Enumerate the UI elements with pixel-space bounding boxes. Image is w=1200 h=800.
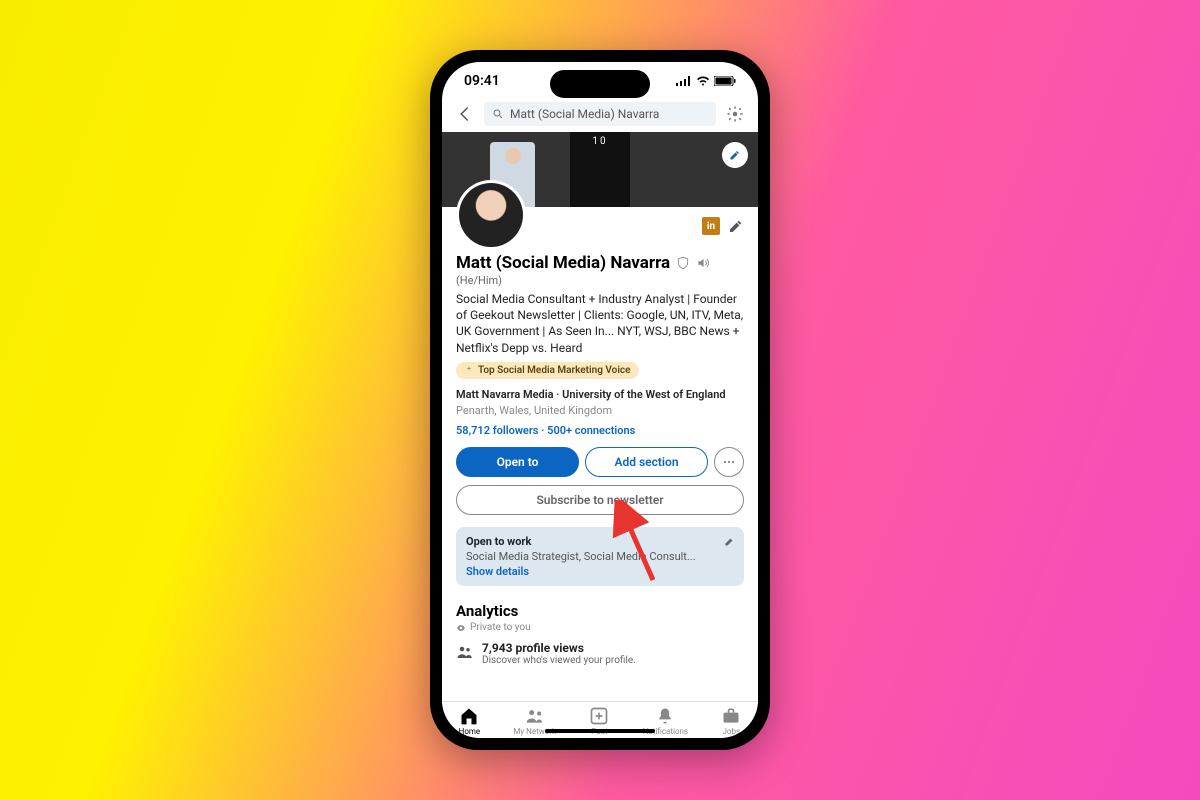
- settings-button[interactable]: [724, 103, 746, 125]
- open-to-work-card[interactable]: Open to work Social Media Strategist, So…: [456, 527, 744, 586]
- verified-shield-icon: [676, 256, 690, 270]
- battery-icon: [714, 76, 736, 86]
- top-bar: Matt (Social Media) Navarra: [442, 100, 758, 132]
- bell-icon: [655, 706, 675, 726]
- pronunciation-icon[interactable]: [696, 256, 710, 270]
- briefcase-icon: [721, 706, 741, 726]
- eye-icon: [456, 623, 466, 633]
- search-icon: [492, 108, 504, 120]
- cover-door-number: 10: [592, 136, 607, 147]
- open-card-sub: Social Media Strategist, Social Media Co…: [466, 550, 734, 563]
- people-icon: [456, 643, 474, 666]
- headline: Social Media Consultant + Industry Analy…: [456, 291, 744, 356]
- analytics-section: Analytics Private to you 7,943 profile v…: [456, 602, 744, 666]
- analytics-private: Private to you: [470, 622, 531, 633]
- edit-profile-button[interactable]: [728, 218, 744, 234]
- status-time: 09:41: [464, 73, 500, 89]
- more-button[interactable]: [714, 447, 744, 477]
- tab-jobs[interactable]: Jobs: [721, 706, 741, 736]
- signal-icon: [676, 76, 692, 86]
- company-school: Matt Navarra Media · University of the W…: [456, 387, 744, 402]
- show-details-link[interactable]: Show details: [466, 565, 529, 578]
- avatar[interactable]: [456, 180, 526, 250]
- edit-cover-button[interactable]: [722, 142, 748, 168]
- add-section-button[interactable]: Add section: [585, 447, 708, 477]
- profile-views-desc: Discover who's viewed your profile.: [482, 655, 636, 666]
- location: Penarth, Wales, United Kingdom: [456, 403, 744, 418]
- network-stats[interactable]: 58,712 followers · 500+ connections: [456, 424, 744, 437]
- home-icon: [459, 706, 479, 726]
- sparkle-icon: [464, 365, 474, 375]
- post-icon: [589, 706, 609, 726]
- back-button[interactable]: [454, 103, 476, 125]
- network-icon: [525, 706, 545, 726]
- search-value: Matt (Social Media) Navarra: [510, 107, 659, 121]
- top-voice-badge[interactable]: Top Social Media Marketing Voice: [456, 362, 639, 379]
- pronoun: (He/Him): [456, 274, 744, 287]
- cover-photo[interactable]: 10: [442, 132, 758, 207]
- phone-screen: 09:41 Matt (Social Media) Navarra 10: [442, 62, 758, 738]
- analytics-title: Analytics: [456, 602, 744, 620]
- phone-frame: 09:41 Matt (Social Media) Navarra 10: [430, 50, 770, 750]
- profile-views-count[interactable]: 7,943 profile views: [482, 641, 636, 655]
- home-indicator[interactable]: [545, 729, 655, 733]
- search-input[interactable]: Matt (Social Media) Navarra: [484, 102, 716, 126]
- edit-open-to-work-button[interactable]: [724, 535, 736, 547]
- tab-home[interactable]: Home: [459, 706, 481, 736]
- dynamic-island: [550, 70, 650, 98]
- open-to-button[interactable]: Open to: [456, 447, 579, 477]
- open-card-title: Open to work: [466, 535, 734, 548]
- premium-badge-icon: in: [702, 217, 720, 235]
- wifi-icon: [696, 76, 710, 86]
- profile-name: Matt (Social Media) Navarra: [456, 253, 670, 273]
- profile-content: 10 in Matt (Social Media) Navarra (He/Hi…: [442, 132, 758, 701]
- subscribe-newsletter-button[interactable]: Subscribe to newsletter: [456, 485, 744, 515]
